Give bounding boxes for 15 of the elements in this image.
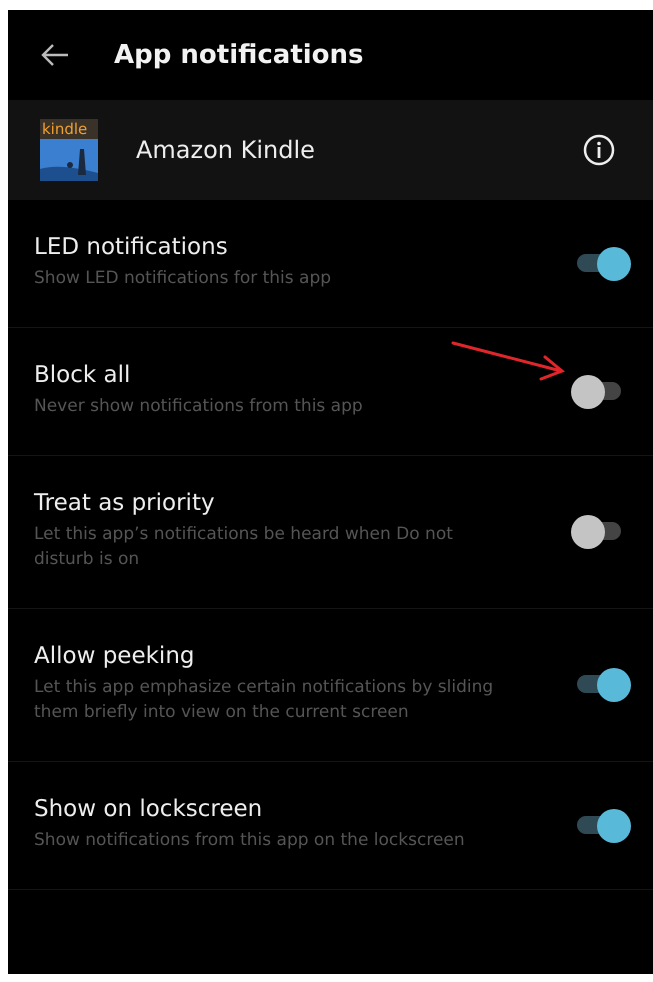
- setting-title: Block all: [34, 362, 132, 388]
- setting-description: Never show notifications from this app: [34, 395, 364, 418]
- setting-title: Treat as priority: [34, 490, 216, 516]
- setting-description: Let this app’s notifications be heard when Do not disturb is on: [34, 523, 454, 571]
- screen-title: App notifications: [114, 40, 364, 70]
- setting-title: Allow peeking: [34, 643, 196, 669]
- setting-title: Show on lockscreen: [34, 796, 264, 822]
- app-name: Amazon Kindle: [136, 136, 316, 164]
- app-icon: kindle: [40, 119, 98, 181]
- setting-title: LED notifications: [34, 234, 229, 260]
- setting-description: Show LED notifications for this app: [34, 267, 332, 290]
- back-arrow-icon[interactable]: [40, 43, 70, 67]
- setting-description: Show notifications from this app on the lockscreen: [34, 829, 466, 852]
- setting-description: Let this app emphasize certain notifications by sliding them briefly into view on the current screen: [34, 676, 494, 724]
- info-icon[interactable]: [583, 134, 615, 166]
